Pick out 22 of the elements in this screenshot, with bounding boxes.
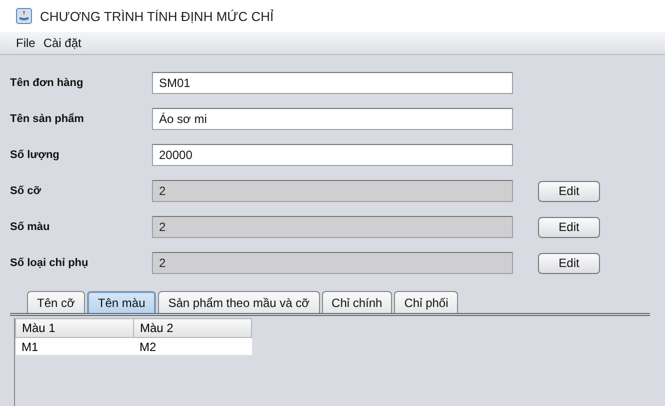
field-label: Số lượng xyxy=(10,149,60,161)
field-label: Số cỡ xyxy=(10,185,42,197)
field-label: Tên sản phẩm xyxy=(10,113,85,125)
tab[interactable]: Sản phẩm theo mầu và cỡ xyxy=(158,291,320,313)
tab[interactable]: Tên màu xyxy=(86,291,156,313)
table-cell: M2 xyxy=(134,338,252,355)
column-header[interactable]: Màu 1 xyxy=(16,318,134,338)
app-icon xyxy=(16,8,32,24)
text-field[interactable]: 20000 xyxy=(152,144,513,166)
field-label: Số loại chỉ phụ xyxy=(10,257,90,269)
tab[interactable]: Chỉ phối xyxy=(394,291,458,313)
column-header[interactable]: Màu 2 xyxy=(134,318,252,338)
menu-item[interactable]: Cài đặt xyxy=(43,36,82,50)
tab[interactable]: Chỉ chính xyxy=(322,291,392,313)
text-field[interactable]: SM01 xyxy=(152,72,513,94)
window-title: CHƯƠNG TRÌNH TÍNH ĐỊNH MỨC CHỈ xyxy=(40,8,274,24)
field-label: Số màu xyxy=(10,221,51,233)
menu-item[interactable]: File xyxy=(16,36,36,50)
table-cell: M1 xyxy=(16,338,134,355)
field-label: Tên đơn hàng xyxy=(10,77,84,89)
tab[interactable]: Tên cỡ xyxy=(27,291,85,313)
text-field[interactable]: Áo sơ mi xyxy=(152,108,513,130)
